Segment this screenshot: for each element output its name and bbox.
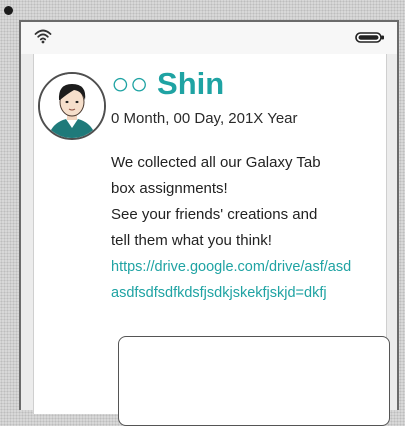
drive-link-line-2[interactable]: asdfsdfsdfkdsfjsdkjskekfjskjd=dkfj bbox=[111, 280, 383, 306]
post-text-line: box assignments! bbox=[111, 180, 228, 197]
post-text-line: We collected all our Galaxy Tab bbox=[111, 154, 321, 171]
post-text-line: See your friends' creations and bbox=[111, 206, 318, 223]
drive-link-line-1[interactable]: https://drive.google.com/drive/asf/asd bbox=[111, 254, 383, 280]
status-bar bbox=[21, 22, 397, 54]
post-text-line: tell them what you think! bbox=[111, 232, 272, 249]
post-date: 0 Month, 00 Day, 201X Year bbox=[111, 110, 298, 127]
post-body: We collected all our Galaxy Tab box assi… bbox=[111, 150, 383, 306]
author-name[interactable]: ○○ Shin bbox=[111, 66, 224, 102]
tablet-frame: ○○ Shin 0 Month, 00 Day, 201X Year We co… bbox=[19, 20, 399, 426]
corner-dot bbox=[4, 6, 13, 15]
wifi-icon bbox=[34, 29, 52, 44]
battery-icon bbox=[355, 32, 384, 43]
comment-input[interactable] bbox=[118, 336, 390, 426]
post-card: ○○ Shin 0 Month, 00 Day, 201X Year We co… bbox=[33, 54, 390, 426]
avatar[interactable] bbox=[38, 72, 106, 140]
